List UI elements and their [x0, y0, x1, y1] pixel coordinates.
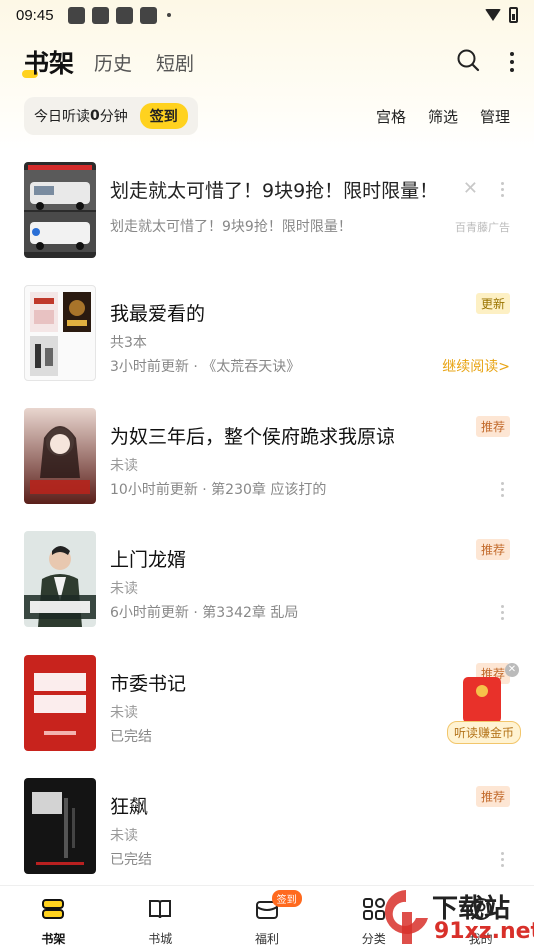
book-cover: [24, 531, 96, 627]
status-bar: 09:45: [0, 0, 534, 30]
site-watermark: 下载站 91xz.net: [382, 885, 534, 950]
manage-button[interactable]: 管理: [480, 106, 510, 127]
book-item[interactable]: 为奴三年后，整个侯府跪求我原谅 推荐 未读 10小时前更新 · 第230章 应该…: [24, 408, 510, 504]
watermark-domain: 91xz.net: [434, 919, 534, 944]
folder-title: 我最爱看的: [110, 303, 206, 325]
ad-source-label: 百青藤广告: [455, 221, 510, 234]
read-status: 未读: [110, 828, 138, 844]
listen-reward-float[interactable]: ✕ 听读赚金币: [447, 663, 522, 744]
folder-count: 共3本: [110, 335, 147, 351]
book-cover: [24, 655, 96, 751]
book-title: 上门龙婿: [110, 549, 187, 571]
nav-label: 福利: [254, 932, 279, 946]
status-time: 09:45: [16, 6, 54, 24]
close-icon[interactable]: ✕: [505, 663, 519, 677]
update-badge: 更新: [475, 293, 510, 314]
notification-app-icon: [139, 6, 157, 24]
recommend-badge: 推荐: [475, 786, 510, 807]
listen-suffix: 分钟: [99, 109, 128, 125]
more-vertical-icon[interactable]: [501, 482, 504, 497]
notification-app-icon: [91, 6, 109, 24]
book-cover: [24, 778, 96, 874]
listen-time-pill: 今日听读 0 分钟 签到: [24, 97, 198, 135]
grid-view-button[interactable]: 宫格: [376, 106, 406, 127]
book-title: 狂飙: [110, 796, 149, 818]
more-notifications-dot-icon: [166, 13, 171, 17]
notification-app-icon: [67, 6, 85, 24]
book-item[interactable]: 市委书记 推荐 未读 已完结: [24, 655, 510, 751]
read-status: 未读: [110, 581, 138, 597]
tab-history[interactable]: 历史: [94, 49, 132, 76]
signin-button[interactable]: 签到: [139, 103, 188, 129]
nav-bookshelf[interactable]: 书架: [0, 886, 107, 950]
more-vertical-icon[interactable]: [501, 605, 504, 620]
red-packet-icon: [463, 677, 501, 723]
filter-button[interactable]: 筛选: [428, 106, 458, 127]
reward-label: 听读赚金币: [447, 721, 522, 744]
bookshelf-toolbar: 今日听读 0 分钟 签到 宫格 筛选 管理: [24, 97, 510, 135]
tab-label: 书架: [24, 49, 75, 78]
read-status: 未读: [110, 705, 138, 721]
book-title: 为奴三年后，整个侯府跪求我原谅: [110, 426, 396, 448]
folder-update-info: 3小时前更新 · 《太荒吞天诀》: [110, 359, 301, 375]
watermark-logo-icon: [384, 890, 428, 944]
nav-bookstore[interactable]: 书城: [107, 886, 214, 950]
tab-short-drama[interactable]: 短剧: [156, 49, 194, 76]
book-cover: [24, 408, 96, 504]
ad-item[interactable]: 划走就太可惜了！9块9抢！限时限量！ 划走就太可惜了！9块9抢！限时限量！ 百青…: [24, 162, 510, 258]
listen-minutes: 0: [90, 108, 100, 124]
book-update-info: 10小时前更新 · 第230章 应该打的: [110, 482, 327, 498]
open-book-icon: [147, 896, 173, 926]
more-vertical-icon[interactable]: [510, 52, 514, 72]
listen-prefix: 今日听读: [34, 109, 90, 125]
book-item[interactable]: 上门龙婿 推荐 未读 6小时前更新 · 第3342章 乱局: [24, 531, 510, 627]
more-vertical-icon[interactable]: [501, 852, 504, 867]
book-folder-item[interactable]: 我最爱看的 更新 共3本 3小时前更新 · 《太荒吞天诀》 继续阅读>: [24, 285, 510, 381]
book-title: 市委书记: [110, 673, 187, 695]
close-ad-icon[interactable]: ✕: [463, 178, 478, 199]
ad-image: [24, 162, 96, 258]
notification-app-icon: [115, 6, 133, 24]
more-vertical-icon[interactable]: [501, 182, 504, 197]
ad-title: 划走就太可惜了！9块9抢！限时限量！: [110, 180, 439, 202]
folder-cover-collage: [24, 285, 96, 381]
read-status: 未读: [110, 458, 138, 474]
tab-bookshelf[interactable]: 书架: [22, 44, 75, 80]
wifi-icon: [485, 9, 501, 21]
book-item[interactable]: 狂飙 推荐 未读 已完结: [24, 778, 510, 874]
book-update-info: 已完结: [110, 729, 152, 745]
search-icon[interactable]: [456, 48, 480, 76]
nav-welfare[interactable]: 签到 福利: [214, 886, 321, 950]
signin-badge: 签到: [271, 890, 302, 907]
nav-label: 书城: [148, 932, 173, 946]
ad-subtitle: 划走就太可惜了！9块9抢！限时限量！: [110, 219, 352, 235]
battery-icon: [509, 7, 518, 23]
top-tabs: 书架 历史 短剧: [22, 40, 514, 84]
book-update-info: 6小时前更新 · 第3342章 乱局: [110, 605, 299, 621]
nav-label: 书架: [41, 932, 66, 946]
book-update-info: 已完结: [110, 852, 152, 868]
continue-reading-link[interactable]: 继续阅读>: [442, 356, 510, 376]
bookshelf-icon: [40, 896, 66, 926]
recommend-badge: 推荐: [475, 539, 510, 560]
recommend-badge: 推荐: [475, 416, 510, 437]
